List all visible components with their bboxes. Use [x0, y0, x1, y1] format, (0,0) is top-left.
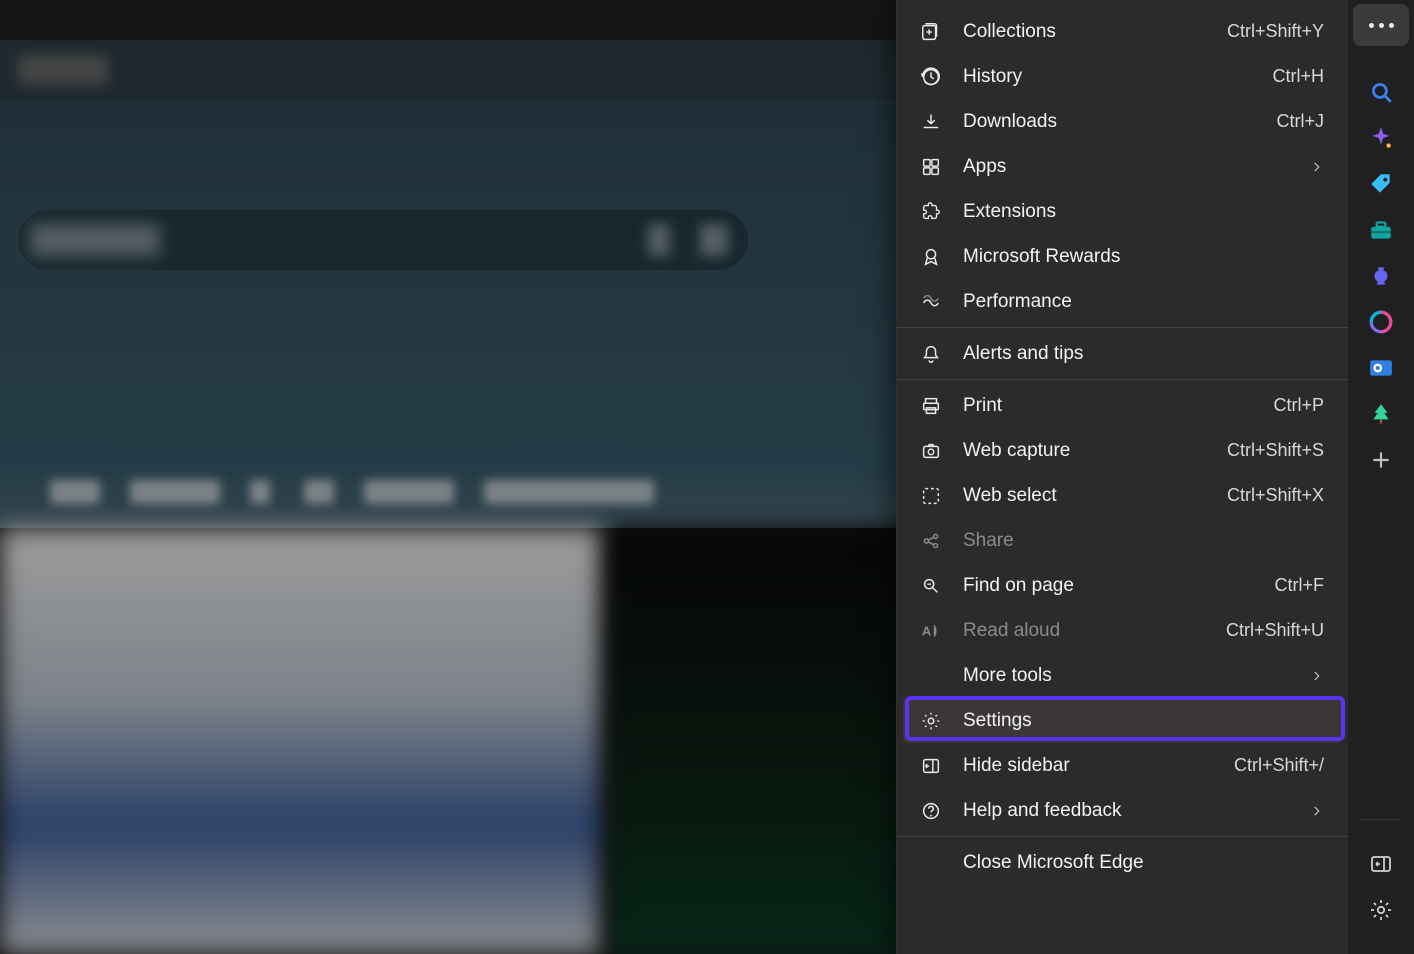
menu-item-read-aloud: Read aloud Ctrl+Shift+U — [897, 608, 1348, 653]
menu-separator — [897, 836, 1348, 837]
menu-item-close-microsoft-edge[interactable]: Close Microsoft Edge — [897, 840, 1348, 885]
app-root: Collections Ctrl+Shift+Y History Ctrl+H Down… — [0, 0, 1414, 954]
sidebar-gear-button[interactable] — [1365, 894, 1397, 926]
menu-item-label: Microsoft Rewards — [963, 246, 1324, 268]
edge-sidebar — [1348, 0, 1414, 954]
downloads-icon — [919, 110, 943, 134]
menu-item-help-and-feedback[interactable]: Help and feedback — [897, 788, 1348, 833]
menu-item-shortcut: Ctrl+Shift+X — [1227, 485, 1324, 506]
extensions-icon — [919, 200, 943, 224]
menu-item-label: Read aloud — [963, 620, 1206, 642]
apps-icon — [919, 155, 943, 179]
menu-item-shortcut: Ctrl+Shift+S — [1227, 440, 1324, 461]
sidebar-office-button[interactable] — [1365, 306, 1397, 338]
sidebar-sparkle-button[interactable] — [1365, 122, 1397, 154]
menu-item-find-on-page[interactable]: Find on page Ctrl+F — [897, 563, 1348, 608]
ellipsis-icon — [1369, 23, 1394, 28]
menu-item-more-tools[interactable]: More tools — [897, 653, 1348, 698]
menu-item-label: Help and feedback — [963, 800, 1290, 822]
settings-icon — [919, 709, 943, 733]
sidebar-tree-button[interactable] — [1365, 398, 1397, 430]
menu-item-label: Web capture — [963, 440, 1207, 462]
webselect-icon — [919, 484, 943, 508]
menu-item-apps[interactable]: Apps — [897, 144, 1348, 189]
history-icon — [919, 65, 943, 89]
menu-item-label: Close Microsoft Edge — [963, 852, 1324, 874]
menu-item-label: Performance — [963, 291, 1324, 313]
menu-item-downloads[interactable]: Downloads Ctrl+J — [897, 99, 1348, 144]
sidebar-toolbox-button[interactable] — [1365, 214, 1397, 246]
menu-item-label: Share — [963, 530, 1324, 552]
sidebar-plus-button[interactable] — [1365, 444, 1397, 476]
menu-item-label: Print — [963, 395, 1253, 417]
menu-item-settings[interactable]: Settings — [903, 698, 1342, 743]
sidebar-search-button[interactable] — [1365, 76, 1397, 108]
menu-item-label: Find on page — [963, 575, 1255, 597]
menu-item-label: Collections — [963, 21, 1207, 43]
menu-separator — [897, 379, 1348, 380]
menu-item-shortcut: Ctrl+J — [1276, 111, 1324, 132]
menu-item-shortcut: Ctrl+H — [1272, 66, 1324, 87]
menu-item-collections[interactable]: Collections Ctrl+Shift+Y — [897, 9, 1348, 54]
menu-separator — [897, 327, 1348, 328]
menu-item-print[interactable]: Print Ctrl+P — [897, 383, 1348, 428]
sidebar-chess-button[interactable] — [1365, 260, 1397, 292]
settings-and-more-menu: Collections Ctrl+Shift+Y History Ctrl+H Down… — [896, 0, 1348, 954]
webcapture-icon — [919, 439, 943, 463]
menu-item-hide-sidebar[interactable]: Hide sidebar Ctrl+Shift+/ — [897, 743, 1348, 788]
menu-item-shortcut: Ctrl+F — [1275, 575, 1325, 596]
menu-item-shortcut: Ctrl+Shift+Y — [1227, 21, 1324, 42]
find-icon — [919, 574, 943, 598]
menu-item-label: Apps — [963, 156, 1290, 178]
menu-item-label: More tools — [963, 665, 1290, 687]
menu-item-alerts-and-tips[interactable]: Alerts and tips — [897, 331, 1348, 376]
more-button[interactable] — [1353, 4, 1409, 46]
menu-item-share: Share — [897, 518, 1348, 563]
collections-icon — [919, 20, 943, 44]
menu-item-web-select[interactable]: Web select Ctrl+Shift+X — [897, 473, 1348, 518]
menu-item-extensions[interactable]: Extensions — [897, 189, 1348, 234]
menu-item-shortcut: Ctrl+P — [1273, 395, 1324, 416]
menu-item-shortcut: Ctrl+Shift+U — [1226, 620, 1324, 641]
performance-icon — [919, 290, 943, 314]
menu-item-label: Extensions — [963, 201, 1324, 223]
menu-item-label: History — [963, 66, 1252, 88]
chevron-right-icon — [1310, 804, 1324, 818]
menu-item-shortcut: Ctrl+Shift+/ — [1234, 755, 1324, 776]
hidesidebar-icon — [919, 754, 943, 778]
rewards-icon — [919, 245, 943, 269]
chevron-right-icon — [1310, 669, 1324, 683]
alerts-icon — [919, 342, 943, 366]
readaloud-icon — [919, 619, 943, 643]
print-icon — [919, 394, 943, 418]
sidebar-outlook-button[interactable] — [1365, 352, 1397, 384]
menu-item-label: Web select — [963, 485, 1207, 507]
menu-item-microsoft-rewards[interactable]: Microsoft Rewards — [897, 234, 1348, 279]
menu-item-label: Downloads — [963, 111, 1256, 133]
menu-item-label: Settings — [963, 710, 1324, 732]
chevron-right-icon — [1310, 160, 1324, 174]
sidebar-tag-button[interactable] — [1365, 168, 1397, 200]
sidebar-separator — [1361, 819, 1401, 820]
sidebar-panel-button[interactable] — [1365, 848, 1397, 880]
menu-item-performance[interactable]: Performance — [897, 279, 1348, 324]
share-icon — [919, 529, 943, 553]
menu-item-web-capture[interactable]: Web capture Ctrl+Shift+S — [897, 428, 1348, 473]
menu-item-history[interactable]: History Ctrl+H — [897, 54, 1348, 99]
help-icon — [919, 799, 943, 823]
menu-item-label: Hide sidebar — [963, 755, 1214, 777]
menu-item-label: Alerts and tips — [963, 343, 1324, 365]
